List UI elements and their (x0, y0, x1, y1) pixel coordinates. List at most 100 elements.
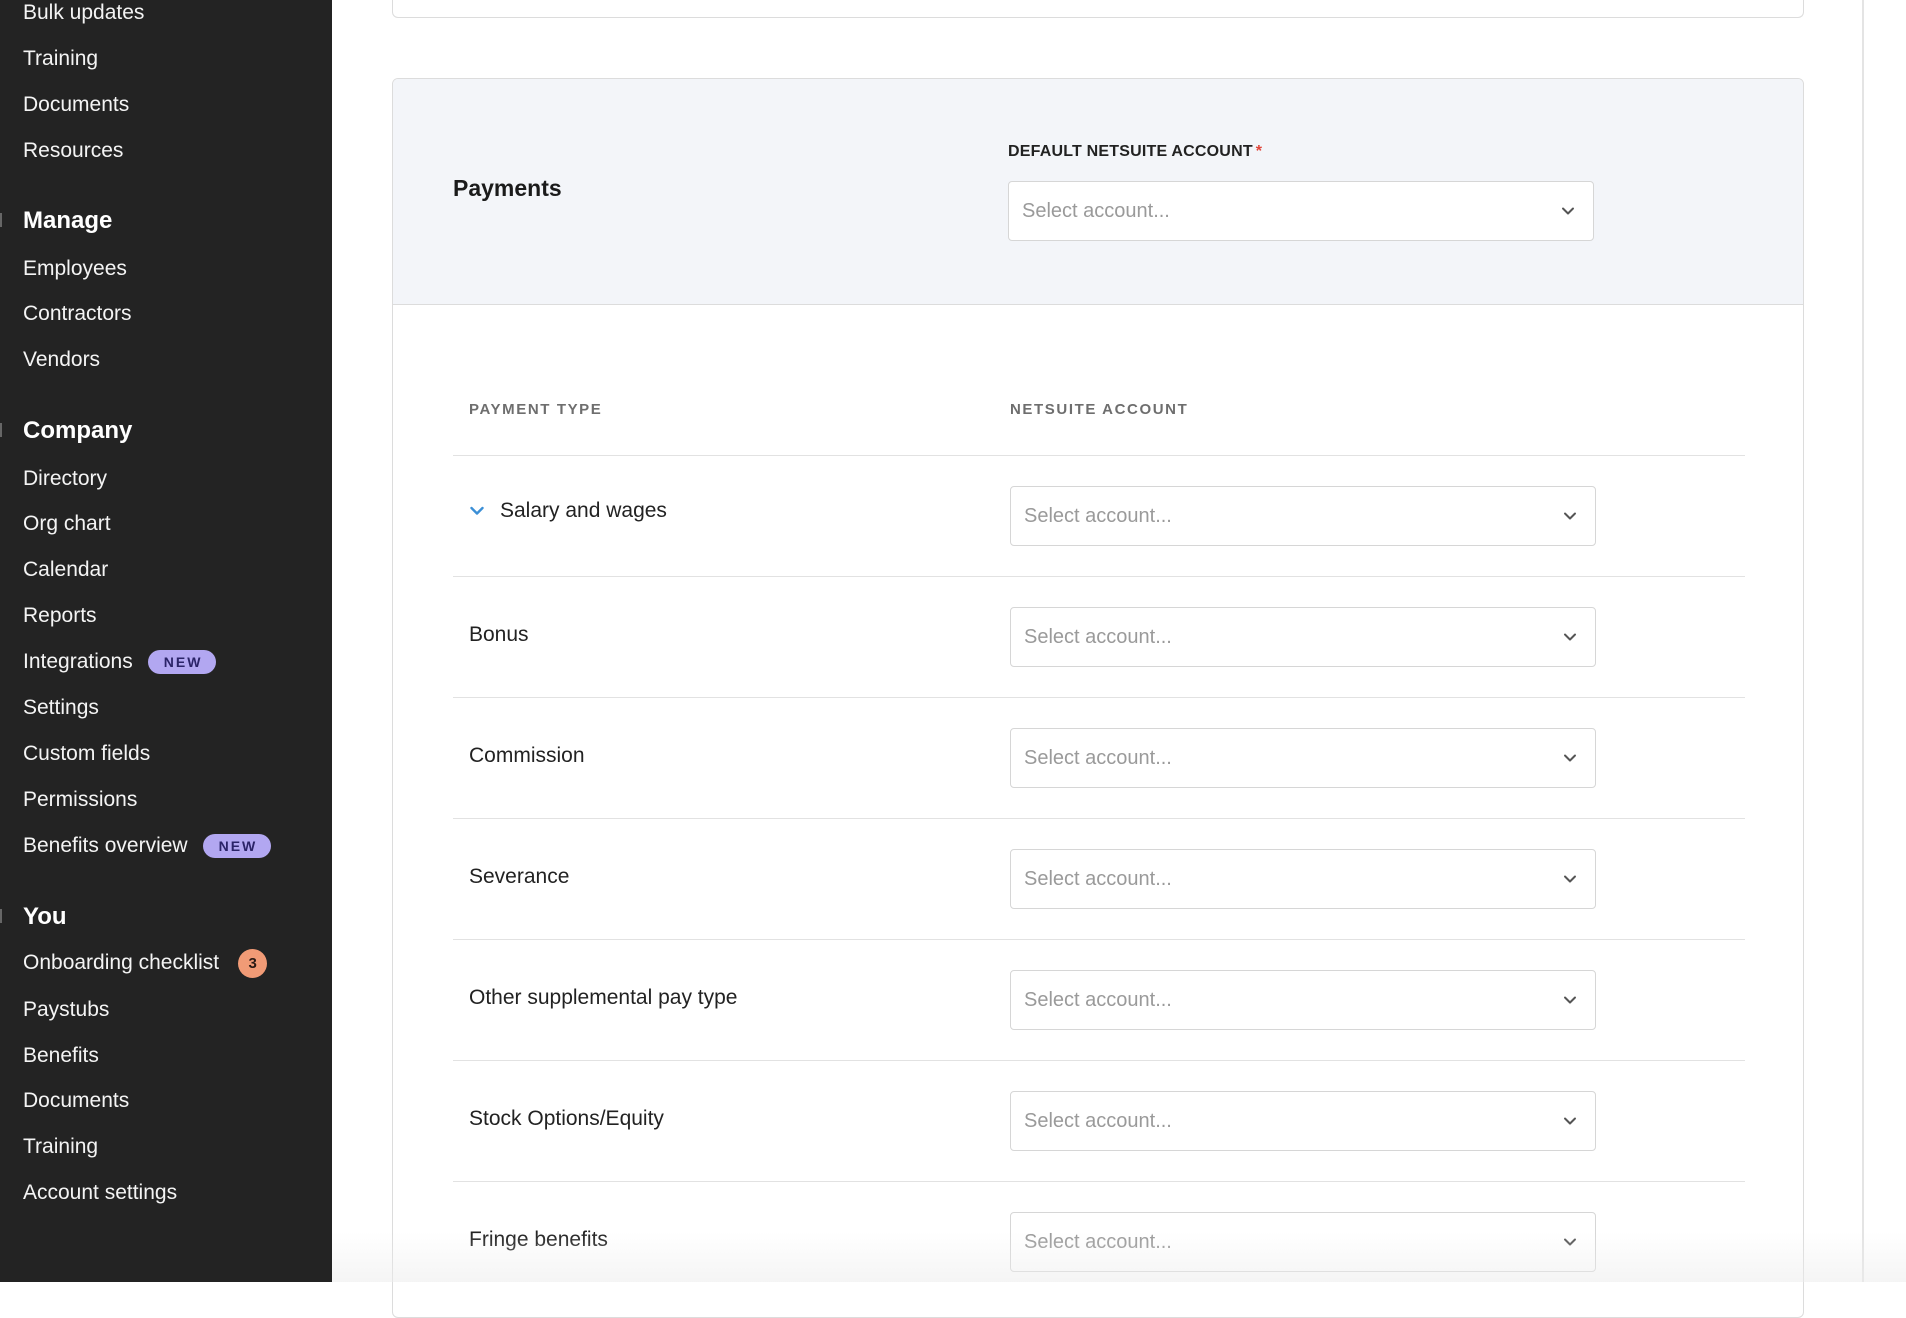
payment-type-row-commission: Commission (469, 741, 585, 771)
sidebar-item-resources[interactable]: Resources (23, 136, 123, 166)
row-divider (453, 939, 1745, 940)
chevron-down-icon (1564, 512, 1576, 520)
default-account-label: DEFAULT NETSUITE ACCOUNT * (1008, 143, 1262, 161)
sidebar-item-benefits[interactable]: Benefits (23, 1041, 99, 1071)
payment-type-label: Other supplemental pay type (469, 986, 738, 1009)
payment-type-row-bonus: Bonus (469, 620, 529, 650)
account-select-salary[interactable]: Select account... (1010, 486, 1596, 546)
payments-card: Payments DEFAULT NETSUITE ACCOUNT * Selec… (392, 78, 1804, 1318)
chevron-down-icon[interactable] (467, 501, 487, 521)
payment-type-row-severance: Severance (469, 862, 569, 892)
payment-type-label: Stock Options/Equity (469, 1107, 664, 1130)
sidebar-item-label: Paystubs (23, 998, 110, 1021)
sidebar-item-benefits-overview[interactable]: Benefits overview NEW (23, 831, 272, 861)
payment-type-row-salary: Salary and wages (469, 496, 667, 526)
sidebar-item-directory[interactable]: Directory (23, 464, 107, 494)
default-account-select[interactable]: Select account... (1008, 181, 1594, 241)
sidebar-item-settings[interactable]: Settings (23, 693, 99, 723)
payment-type-label: Commission (469, 744, 585, 767)
select-placeholder: Select account... (1024, 625, 1172, 648)
account-select-commission[interactable]: Select account... (1010, 728, 1596, 788)
sidebar-item-label: Integrations (23, 650, 133, 673)
account-select-bonus[interactable]: Select account... (1010, 607, 1596, 667)
payments-title: Payments (453, 175, 562, 201)
payment-type-row-other-supplemental: Other supplemental pay type (469, 983, 738, 1013)
previous-card (392, 0, 1804, 18)
section-icon (0, 423, 5, 437)
sidebar-item-label: Permissions (23, 788, 138, 811)
count-badge: 3 (238, 948, 268, 978)
select-placeholder: Select account... (1024, 867, 1172, 890)
default-account-label-text: DEFAULT NETSUITE ACCOUNT (1008, 143, 1253, 160)
row-divider (453, 576, 1745, 577)
required-marker: * (1255, 143, 1263, 160)
payment-type-label: Salary and wages (500, 499, 667, 522)
sidebar-item-integrations[interactable]: Integrations NEW (23, 647, 217, 677)
payment-type-label: Severance (469, 865, 570, 888)
sidebar-item-label: Vendors (23, 348, 101, 371)
section-heading-company: Company (23, 417, 133, 444)
new-badge: NEW (202, 834, 272, 858)
sidebar-item-label: Training (23, 1135, 99, 1158)
sidebar-item-label: Documents (23, 1089, 130, 1112)
sidebar-item-documents[interactable]: Documents (23, 90, 129, 120)
chevron-down-icon (1564, 1238, 1576, 1246)
sidebar-item-label: Onboarding checklist (23, 951, 220, 974)
sidebar-item-label: Settings (23, 696, 99, 719)
sidebar-item-contractors[interactable]: Contractors (23, 299, 132, 329)
sidebar-item-calendar[interactable]: Calendar (23, 555, 108, 585)
sidebar-nav: Bulk updates Training Documents Resource… (0, 0, 332, 1282)
sidebar-item-label: Org chart (23, 512, 111, 535)
select-placeholder: Select account... (1024, 1109, 1172, 1132)
section-icon (0, 909, 5, 923)
select-placeholder: Select account... (1024, 504, 1172, 527)
sidebar-item-vendors[interactable]: Vendors (23, 345, 100, 375)
select-placeholder: Select account... (1024, 1230, 1172, 1253)
select-placeholder: Select account... (1022, 199, 1170, 222)
account-select-stock-options[interactable]: Select account... (1010, 1091, 1596, 1151)
content-edge (1862, 0, 1864, 1282)
chevron-down-icon (1564, 996, 1576, 1004)
row-divider (453, 697, 1745, 698)
new-badge: NEW (147, 650, 217, 674)
sidebar-item-label: Training (23, 47, 99, 70)
sidebar-item-training[interactable]: Training (23, 1132, 98, 1162)
sidebar-item-account-settings[interactable]: Account settings (23, 1178, 177, 1208)
sidebar-item-custom-fields[interactable]: Custom fields (23, 739, 150, 769)
section-heading-manage: Manage (23, 207, 113, 234)
sidebar-item-reports[interactable]: Reports (23, 601, 97, 631)
sidebar-item-documents[interactable]: Documents (23, 1086, 129, 1116)
account-select-other-supplemental[interactable]: Select account... (1010, 970, 1596, 1030)
payment-type-row-fringe-benefits: Fringe benefits (469, 1225, 608, 1255)
sidebar-item-org-chart[interactable]: Org chart (23, 509, 111, 539)
account-select-severance[interactable]: Select account... (1010, 849, 1596, 909)
sidebar-item-label: Account settings (23, 1181, 178, 1204)
sidebar-item-label: Employees (23, 257, 127, 280)
sidebar-item-label: Documents (23, 93, 130, 116)
account-select-fringe-benefits[interactable]: Select account... (1010, 1212, 1596, 1272)
payment-type-label: Bonus (469, 623, 529, 646)
payment-type-label: Fringe benefits (469, 1228, 608, 1251)
sidebar-item-onboarding-checklist[interactable]: Onboarding checklist 3 (23, 948, 268, 978)
row-divider (453, 1181, 1745, 1182)
select-placeholder: Select account... (1024, 988, 1172, 1011)
sidebar-item-label: Bulk updates (23, 1, 145, 24)
row-divider (453, 1060, 1745, 1061)
sidebar-item-label: Reports (23, 604, 97, 627)
payment-type-row-stock-options: Stock Options/Equity (469, 1104, 664, 1134)
column-header-payment-type: PAYMENT TYPE (469, 401, 603, 418)
section-icon (0, 213, 5, 227)
sidebar-item-employees[interactable]: Employees (23, 254, 127, 284)
sidebar-item-label: Benefits overview (23, 834, 188, 857)
sidebar-item-permissions[interactable]: Permissions (23, 785, 137, 815)
sidebar-item-label: Contractors (23, 302, 132, 325)
chevron-down-icon (1562, 207, 1574, 215)
sidebar-item-paystubs[interactable]: Paystubs (23, 995, 109, 1025)
select-placeholder: Select account... (1024, 746, 1172, 769)
sidebar-item-bulk-updates[interactable]: Bulk updates (23, 0, 144, 28)
chevron-down-icon (1564, 875, 1576, 883)
column-header-netsuite-account: NETSUITE ACCOUNT (1010, 401, 1189, 418)
sidebar-item-training[interactable]: Training (23, 44, 98, 74)
section-heading-you: You (23, 903, 67, 930)
sidebar-item-label: Calendar (23, 558, 109, 581)
